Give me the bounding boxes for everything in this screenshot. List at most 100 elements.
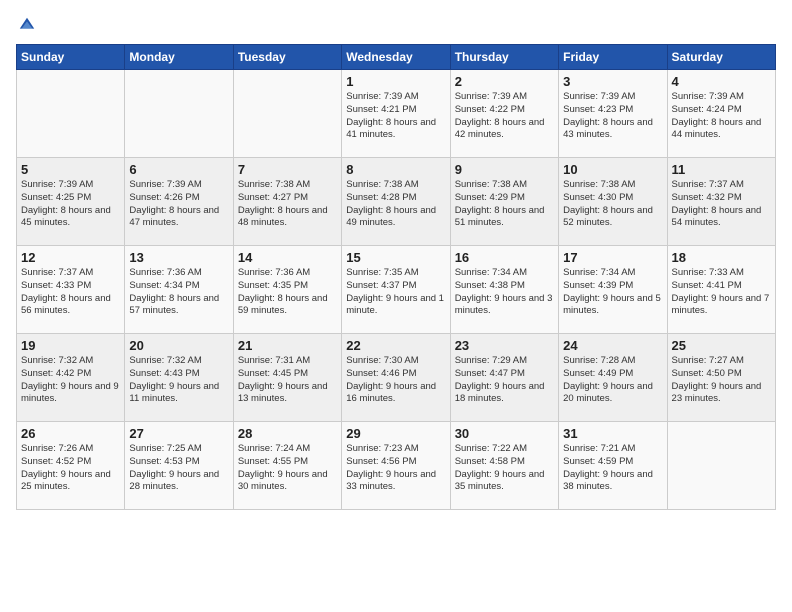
day-number: 30 [455, 426, 554, 441]
day-number: 22 [346, 338, 445, 353]
calendar-header-monday: Monday [125, 45, 233, 70]
calendar-header-sunday: Sunday [17, 45, 125, 70]
day-info: Sunrise: 7:35 AM Sunset: 4:37 PM Dayligh… [346, 267, 445, 318]
day-info: Sunrise: 7:32 AM Sunset: 4:43 PM Dayligh… [129, 355, 228, 406]
calendar-cell: 5Sunrise: 7:39 AM Sunset: 4:25 PM Daylig… [17, 158, 125, 246]
calendar-header-wednesday: Wednesday [342, 45, 450, 70]
day-info: Sunrise: 7:26 AM Sunset: 4:52 PM Dayligh… [21, 443, 120, 494]
calendar-header-tuesday: Tuesday [233, 45, 341, 70]
calendar-cell: 27 Sunrise: 7:25 AM Sunset: 4:53 PM Dayli… [125, 422, 233, 510]
calendar-cell: 22 Sunrise: 7:30 AM Sunset: 4:46 PM Dayli… [342, 334, 450, 422]
day-number: 31 [563, 426, 662, 441]
calendar-cell: 26 Sunrise: 7:26 AM Sunset: 4:52 PM Dayli… [17, 422, 125, 510]
day-number: 23 [455, 338, 554, 353]
day-info: Sunrise: 7:39 AM Sunset: 4:26 PM Dayligh… [129, 179, 228, 230]
calendar-cell: 20 Sunrise: 7:32 AM Sunset: 4:43 PM Dayli… [125, 334, 233, 422]
day-number: 8 [346, 162, 445, 177]
day-info: Sunrise: 7:30 AM Sunset: 4:46 PM Dayligh… [346, 355, 445, 406]
calendar-cell: 6 Sunrise: 7:39 AM Sunset: 4:26 PM Daylig… [125, 158, 233, 246]
day-number: 16 [455, 250, 554, 265]
day-number: 25 [672, 338, 771, 353]
logo-icon [18, 16, 36, 34]
day-number: 7 [238, 162, 337, 177]
calendar-cell: 16 Sunrise: 7:34 AM Sunset: 4:38 PM Dayli… [450, 246, 558, 334]
day-info: Sunrise: 7:33 AM Sunset: 4:41 PM Dayligh… [672, 267, 771, 318]
calendar-cell: 3Sunrise: 7:39 AM Sunset: 4:23 PM Daylig… [559, 70, 667, 158]
day-number: 4 [672, 74, 771, 89]
calendar-header-saturday: Saturday [667, 45, 775, 70]
day-number: 13 [129, 250, 228, 265]
calendar-cell: 24 Sunrise: 7:28 AM Sunset: 4:49 PM Dayli… [559, 334, 667, 422]
calendar-cell: 13 Sunrise: 7:36 AM Sunset: 4:34 PM Dayli… [125, 246, 233, 334]
calendar-cell: 9 Sunrise: 7:38 AM Sunset: 4:29 PM Daylig… [450, 158, 558, 246]
day-number: 17 [563, 250, 662, 265]
day-number: 24 [563, 338, 662, 353]
page-header [16, 16, 776, 34]
day-info: Sunrise: 7:24 AM Sunset: 4:55 PM Dayligh… [238, 443, 337, 494]
calendar-cell: 15 Sunrise: 7:35 AM Sunset: 4:37 PM Dayli… [342, 246, 450, 334]
day-number: 28 [238, 426, 337, 441]
day-number: 15 [346, 250, 445, 265]
day-number: 20 [129, 338, 228, 353]
calendar-cell: 14Sunrise: 7:36 AM Sunset: 4:35 PM Dayli… [233, 246, 341, 334]
day-info: Sunrise: 7:28 AM Sunset: 4:49 PM Dayligh… [563, 355, 662, 406]
calendar-cell: 1Sunrise: 7:39 AM Sunset: 4:21 PM Daylig… [342, 70, 450, 158]
calendar-cell: 4 Sunrise: 7:39 AM Sunset: 4:24 PM Daylig… [667, 70, 775, 158]
calendar-header-friday: Friday [559, 45, 667, 70]
calendar-cell [17, 70, 125, 158]
calendar-cell: 17 Sunrise: 7:34 AM Sunset: 4:39 PM Dayli… [559, 246, 667, 334]
day-number: 29 [346, 426, 445, 441]
calendar-cell: 12 Sunrise: 7:37 AM Sunset: 4:33 PM Dayli… [17, 246, 125, 334]
day-info: Sunrise: 7:31 AM Sunset: 4:45 PM Dayligh… [238, 355, 337, 406]
calendar-cell: 8Sunrise: 7:38 AM Sunset: 4:28 PM Daylig… [342, 158, 450, 246]
day-info: Sunrise: 7:34 AM Sunset: 4:38 PM Dayligh… [455, 267, 554, 318]
logo [16, 16, 36, 34]
day-info: Sunrise: 7:37 AM Sunset: 4:33 PM Dayligh… [21, 267, 120, 318]
day-number: 12 [21, 250, 120, 265]
calendar-week-row: 12 Sunrise: 7:37 AM Sunset: 4:33 PM Dayli… [17, 246, 776, 334]
day-number: 14 [238, 250, 337, 265]
day-number: 27 [129, 426, 228, 441]
calendar-table: SundayMondayTuesdayWednesdayThursdayFrid… [16, 44, 776, 510]
day-number: 3 [563, 74, 662, 89]
calendar-cell: 23 Sunrise: 7:29 AM Sunset: 4:47 PM Dayli… [450, 334, 558, 422]
day-info: Sunrise: 7:34 AM Sunset: 4:39 PM Dayligh… [563, 267, 662, 318]
calendar-week-row: 5Sunrise: 7:39 AM Sunset: 4:25 PM Daylig… [17, 158, 776, 246]
day-info: Sunrise: 7:38 AM Sunset: 4:27 PM Dayligh… [238, 179, 337, 230]
calendar-cell: 21 Sunrise: 7:31 AM Sunset: 4:45 PM Dayli… [233, 334, 341, 422]
calendar-cell [125, 70, 233, 158]
day-number: 11 [672, 162, 771, 177]
day-info: Sunrise: 7:38 AM Sunset: 4:30 PM Dayligh… [563, 179, 662, 230]
day-number: 18 [672, 250, 771, 265]
day-info: Sunrise: 7:29 AM Sunset: 4:47 PM Dayligh… [455, 355, 554, 406]
calendar-cell: 30 Sunrise: 7:22 AM Sunset: 4:58 PM Dayli… [450, 422, 558, 510]
day-info: Sunrise: 7:25 AM Sunset: 4:53 PM Dayligh… [129, 443, 228, 494]
day-number: 6 [129, 162, 228, 177]
day-info: Sunrise: 7:39 AM Sunset: 4:24 PM Dayligh… [672, 91, 771, 142]
day-info: Sunrise: 7:36 AM Sunset: 4:34 PM Dayligh… [129, 267, 228, 318]
day-number: 19 [21, 338, 120, 353]
calendar-cell: 10 Sunrise: 7:38 AM Sunset: 4:30 PM Dayli… [559, 158, 667, 246]
calendar-cell: 7 Sunrise: 7:38 AM Sunset: 4:27 PM Daylig… [233, 158, 341, 246]
day-number: 21 [238, 338, 337, 353]
calendar-week-row: 19Sunrise: 7:32 AM Sunset: 4:42 PM Dayli… [17, 334, 776, 422]
calendar-cell: 28 Sunrise: 7:24 AM Sunset: 4:55 PM Dayli… [233, 422, 341, 510]
day-info: Sunrise: 7:23 AM Sunset: 4:56 PM Dayligh… [346, 443, 445, 494]
day-info: Sunrise: 7:39 AM Sunset: 4:21 PM Dayligh… [346, 91, 445, 142]
calendar-week-row: 1Sunrise: 7:39 AM Sunset: 4:21 PM Daylig… [17, 70, 776, 158]
calendar-cell: 2Sunrise: 7:39 AM Sunset: 4:22 PM Daylig… [450, 70, 558, 158]
day-number: 26 [21, 426, 120, 441]
calendar-header-thursday: Thursday [450, 45, 558, 70]
calendar-cell: 19Sunrise: 7:32 AM Sunset: 4:42 PM Dayli… [17, 334, 125, 422]
calendar-cell: 11Sunrise: 7:37 AM Sunset: 4:32 PM Dayli… [667, 158, 775, 246]
day-info: Sunrise: 7:38 AM Sunset: 4:29 PM Dayligh… [455, 179, 554, 230]
calendar-header-row: SundayMondayTuesdayWednesdayThursdayFrid… [17, 45, 776, 70]
calendar-body: 1Sunrise: 7:39 AM Sunset: 4:21 PM Daylig… [17, 70, 776, 510]
day-number: 10 [563, 162, 662, 177]
calendar-cell: 31 Sunrise: 7:21 AM Sunset: 4:59 PM Dayli… [559, 422, 667, 510]
day-number: 9 [455, 162, 554, 177]
day-info: Sunrise: 7:22 AM Sunset: 4:58 PM Dayligh… [455, 443, 554, 494]
day-number: 5 [21, 162, 120, 177]
day-info: Sunrise: 7:27 AM Sunset: 4:50 PM Dayligh… [672, 355, 771, 406]
day-info: Sunrise: 7:21 AM Sunset: 4:59 PM Dayligh… [563, 443, 662, 494]
